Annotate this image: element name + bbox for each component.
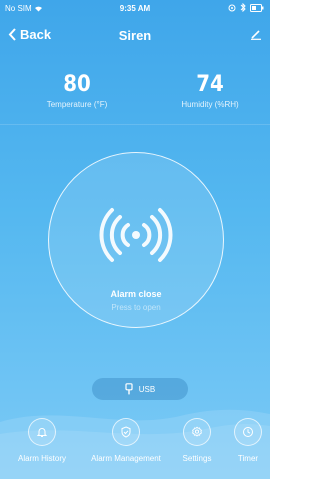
- alarm-hint: Press to open: [111, 303, 161, 312]
- usb-icon: [125, 383, 133, 395]
- timer-icon-circle: [234, 418, 262, 446]
- gear-icon: [192, 426, 202, 437]
- usb-button[interactable]: USB: [92, 378, 188, 400]
- settings-icon-circle: [183, 418, 211, 446]
- page-title: Siren: [118, 28, 152, 43]
- tab-timer[interactable]: Timer: [226, 418, 270, 463]
- status-bar: No SIM 9:35 AM: [0, 0, 270, 16]
- status-icons: [228, 3, 264, 12]
- siren-screen: No SIM 9:35 AM Back Siren 80 Temperature…: [0, 0, 270, 479]
- tab-alarm-management[interactable]: Alarm Management: [84, 418, 168, 463]
- nav-bar: Back Siren: [0, 22, 270, 50]
- bell-icon: [36, 428, 48, 437]
- alarm-toggle-button[interactable]: Alarm close Press to open: [48, 152, 224, 328]
- alarm-signal-icon: [99, 208, 173, 262]
- tab-label: Alarm Management: [91, 454, 161, 463]
- battery-icon: [250, 3, 264, 12]
- usb-label: USB: [138, 384, 156, 394]
- humidity-value: 74: [196, 72, 224, 97]
- temperature-value: 80: [63, 72, 91, 97]
- tab-alarm-history[interactable]: Alarm History: [2, 418, 82, 463]
- humidity-label: Humidity (%RH): [181, 100, 239, 109]
- shield-check-icon: [121, 426, 131, 438]
- alarm-history-icon-circle: [28, 418, 56, 446]
- humidity-metric: 74 Humidity (%RH): [168, 72, 252, 109]
- location-icon: [228, 4, 236, 11]
- temperature-label: Temperature (°F): [46, 100, 108, 109]
- clock-icon: [243, 427, 253, 437]
- header-divider: [0, 124, 270, 125]
- edit-icon[interactable]: [250, 28, 262, 40]
- alarm-management-icon-circle: [112, 418, 140, 446]
- tab-label: Settings: [182, 454, 212, 463]
- tab-label: Alarm History: [17, 454, 66, 463]
- temperature-metric: 80 Temperature (°F): [38, 72, 116, 109]
- tab-label: Timer: [237, 454, 259, 463]
- tab-settings[interactable]: Settings: [174, 418, 220, 463]
- alarm-status: Alarm close: [110, 289, 162, 299]
- bluetooth-icon: [240, 3, 246, 12]
